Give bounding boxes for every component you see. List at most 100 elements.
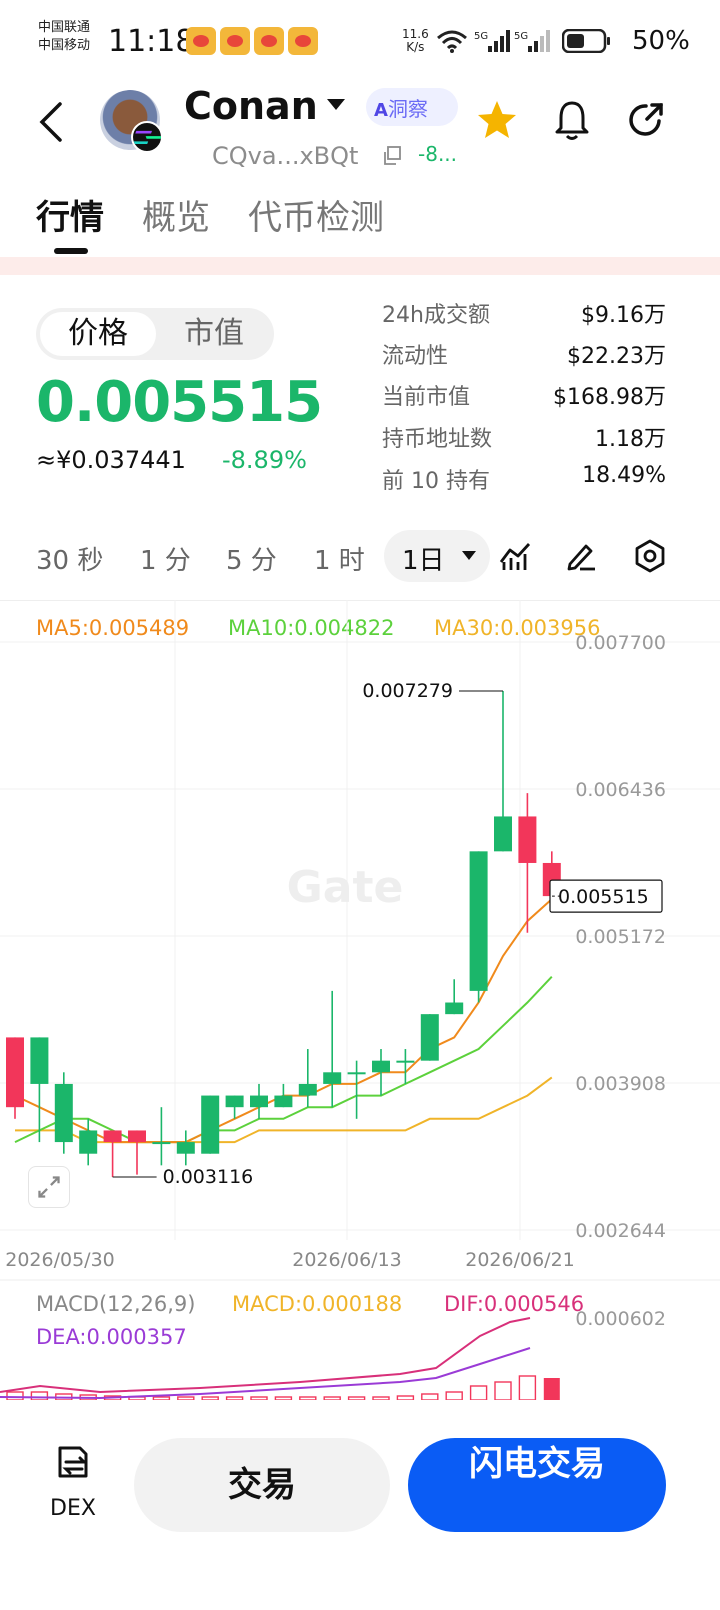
signal-icon: 5G: [474, 30, 510, 52]
trade-button[interactable]: 交易: [134, 1438, 390, 1532]
back-arrow-icon[interactable]: [34, 100, 74, 144]
draw-pencil-icon[interactable]: [564, 538, 598, 572]
candle-body: [445, 1002, 464, 1015]
candle: [152, 1107, 171, 1166]
candles: [6, 690, 561, 1177]
y-tick-label: 0.006436: [575, 779, 666, 801]
net-speed: 11.6 K/s: [402, 28, 429, 54]
macd-histogram-bar: [543, 1378, 560, 1400]
coin-name[interactable]: Conan: [184, 84, 318, 128]
macd-histogram-bar: [30, 1391, 49, 1400]
share-icon[interactable]: [626, 100, 666, 140]
candle: [420, 1014, 439, 1061]
macd-histogram-bar: [469, 1385, 488, 1400]
macd-value: MACD:0.000188: [232, 1292, 403, 1316]
copy-icon[interactable]: [382, 146, 402, 166]
low-price-label: 0.003116: [163, 1166, 254, 1188]
candle: [445, 979, 464, 1015]
flash-trade-button[interactable]: 闪电交易: [408, 1438, 666, 1532]
macd-tick-label: 0.000602: [575, 1308, 666, 1330]
dex-icon[interactable]: [54, 1442, 94, 1482]
timeframe-30s[interactable]: 30 秒: [36, 540, 103, 577]
price-cny: ≈¥0.037441: [36, 446, 186, 474]
candle: [79, 1118, 98, 1166]
signal-label: 5G: [474, 31, 488, 42]
dea-value: DEA:0.000357: [36, 1325, 187, 1349]
candle: [250, 1083, 268, 1119]
ai-insight-button[interactable]: A洞察: [366, 88, 458, 126]
candle: [347, 1060, 366, 1119]
candle-body: [494, 816, 512, 852]
y-axis-ticks: 0.007700 0.006436 0.005172 0.003908 0.002644: [575, 632, 666, 1242]
stat-label: 前 10 持有: [382, 469, 490, 494]
x-tick-label: 2026/05/30: [5, 1249, 115, 1271]
contract-address: CQva...xBQt: [212, 142, 359, 170]
dif-value: DIF:0.000546: [444, 1292, 585, 1316]
macd-histogram-bar: [6, 1391, 24, 1400]
stat-value: $22.23万: [567, 344, 666, 369]
candle-body: [6, 1037, 24, 1108]
favorite-star-icon[interactable]: [475, 98, 519, 142]
chevron-down-icon[interactable]: [327, 99, 345, 110]
y-tick-label: 0.003908: [575, 1073, 666, 1095]
candle: [372, 1049, 390, 1096]
current-price-label: 0.005515: [558, 886, 649, 908]
candle-body: [518, 816, 537, 863]
stat-value: 18.49%: [582, 463, 666, 488]
signal-icon: 5G: [514, 30, 550, 52]
macd-title: MACD(12,26,9): [36, 1292, 196, 1316]
candle: [469, 851, 488, 1003]
net-speed-unit: K/s: [406, 40, 425, 54]
tab-token-detection[interactable]: 代币检测: [248, 190, 384, 239]
candle: [103, 1130, 122, 1177]
kline-chart[interactable]: Gate 0.0077000.0064360.0051720.0039080.0…: [0, 600, 720, 1400]
ai-insight-label: 洞察: [387, 97, 428, 121]
dex-label[interactable]: DEX: [50, 1496, 96, 1521]
toggle-market-cap[interactable]: 市值: [158, 312, 270, 356]
ma10-line: [14, 976, 553, 1144]
price-change: -8.89%: [222, 446, 307, 474]
battery-percent: 50%: [632, 26, 690, 56]
tab-market[interactable]: 行情: [36, 190, 104, 239]
stat-label: 当前市值: [382, 385, 471, 410]
stat-label: 持币地址数: [382, 427, 493, 452]
expand-icon[interactable]: [28, 1166, 70, 1208]
timeframe-1m[interactable]: 1 分: [140, 540, 191, 577]
indicator-icon[interactable]: [498, 540, 532, 572]
macd-histogram-bar: [494, 1381, 512, 1400]
ai-icon: A: [374, 100, 388, 121]
weibo-icon: [220, 27, 250, 55]
notice-band: [0, 257, 720, 275]
bell-icon[interactable]: [552, 98, 592, 142]
candle-body: [79, 1130, 98, 1154]
weibo-icon: [186, 27, 216, 55]
wifi-icon: [437, 30, 467, 53]
x-tick-label: 2026/06/13: [292, 1249, 402, 1271]
carrier-2: 中国移动: [38, 38, 91, 53]
candle-body: [201, 1095, 220, 1154]
timeframe-5m[interactable]: 5 分: [226, 540, 277, 577]
solana-chain-icon: [131, 121, 163, 153]
toggle-price[interactable]: 价格: [40, 312, 156, 356]
candle: [323, 990, 342, 1108]
candle-body: [396, 1060, 415, 1063]
candle-body: [128, 1130, 146, 1143]
candle-body: [250, 1095, 268, 1108]
weibo-icon: [288, 27, 318, 55]
candle-body: [103, 1130, 122, 1143]
timeframe-1h[interactable]: 1 时: [314, 540, 365, 577]
candle-body: [347, 1072, 366, 1075]
clock: 11:18: [108, 24, 195, 59]
settings-icon[interactable]: [632, 538, 668, 574]
x-axis-ticks: 2026/05/30 2026/06/13 2026/06/21: [5, 1249, 575, 1271]
y-tick-label: 0.007700: [575, 632, 666, 654]
candle: [201, 1095, 220, 1154]
chevron-down-icon[interactable]: [462, 551, 476, 560]
candle-body: [152, 1142, 171, 1145]
candle-body: [176, 1142, 195, 1154]
gate-watermark: Gate: [287, 862, 404, 913]
candle: [54, 1072, 73, 1154]
candle-body: [469, 851, 488, 991]
tab-active-indicator: [54, 248, 88, 254]
tab-overview[interactable]: 概览: [142, 190, 210, 239]
